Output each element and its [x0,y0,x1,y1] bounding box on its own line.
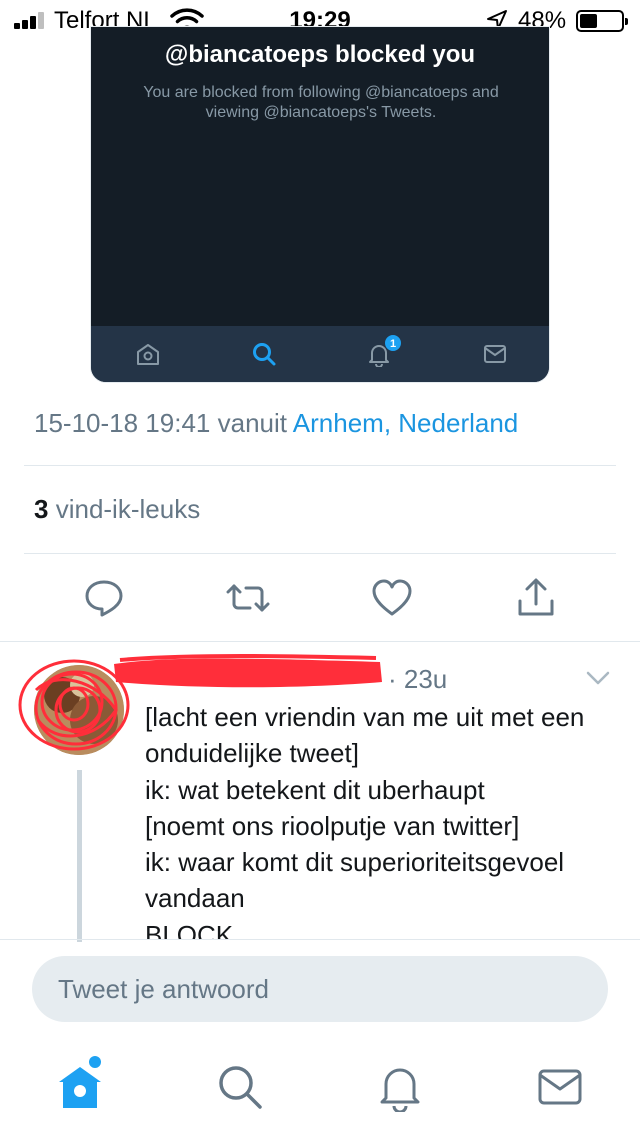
redacted-username [114,654,382,688]
battery-icon [576,10,628,32]
divider [24,465,616,466]
messages-icon[interactable] [535,1062,585,1112]
reply-text: [lacht een vriendin van me uit met een o… [145,702,585,939]
home-unread-dot [89,1056,101,1068]
blocked-description: You are blocked from following @biancato… [143,84,499,121]
likes-number: 3 [34,494,49,524]
home-icon [137,344,159,365]
home-icon[interactable] [55,1062,105,1112]
chevron-down-icon[interactable] [586,670,610,686]
retweet-icon[interactable] [226,576,270,620]
divider [0,939,640,940]
likes-label: vind-ik-leuks [55,494,201,524]
tweet-via: vanuit [217,408,287,438]
search-icon[interactable] [215,1062,265,1112]
tweet-meta: 15-10-18 19:41 vanuit Arnhem, Nederland [34,408,518,439]
reply-input-placeholder: Tweet je antwoord [58,974,270,1004]
reply-input[interactable]: Tweet je antwoord [32,956,608,1022]
battery-level [580,14,598,28]
notifications-icon[interactable] [375,1062,425,1112]
blocked-title: @biancatoeps blocked you [164,41,476,68]
reply-icon[interactable] [82,576,126,620]
embedded-screenshot[interactable]: @biancatoeps blocked you You are blocked… [90,26,550,383]
divider [0,641,640,642]
share-icon[interactable] [514,576,558,620]
notification-badge: 1 [384,334,402,352]
likes-count[interactable]: 3 vind-ik-leuks [34,494,200,525]
search-icon [253,343,276,366]
thread-line [77,770,82,942]
divider [24,553,616,554]
tweet-datetime: 15-10-18 19:41 [34,408,211,438]
like-icon[interactable] [370,576,414,620]
embedded-tab-bar: 1 [91,326,549,382]
mail-icon [484,345,506,363]
reply-timestamp: · 23u [388,664,448,694]
tweet-location-link[interactable]: Arnhem, Nederland [293,408,518,438]
